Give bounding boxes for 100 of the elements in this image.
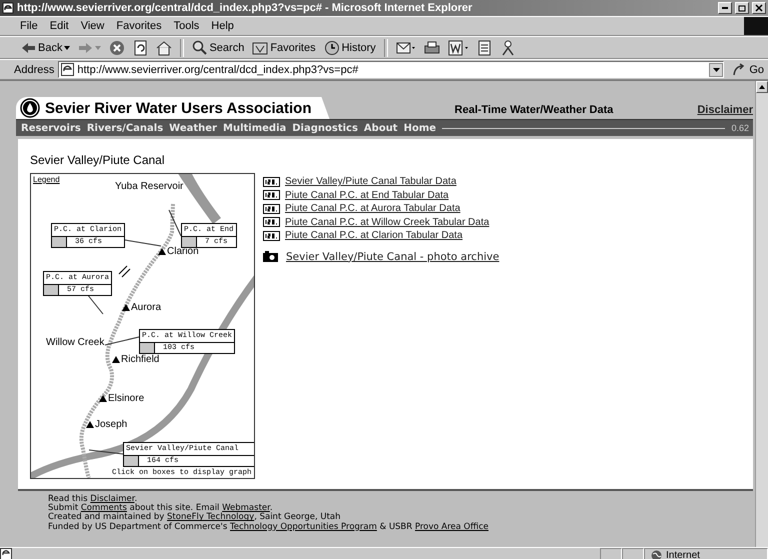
globe-icon bbox=[651, 550, 662, 559]
dropdown-arrow-icon bbox=[712, 68, 720, 72]
town-label: Joseph bbox=[95, 419, 128, 430]
leader-line bbox=[104, 336, 140, 346]
footer-text: Created and maintained by StoneFly Technology, Saint George, Utah bbox=[48, 513, 341, 522]
footer-text: Read this Disclaimer. bbox=[48, 495, 138, 504]
dropdown-button[interactable] bbox=[709, 62, 724, 76]
search-button[interactable]: Search bbox=[189, 38, 248, 58]
nav-link[interactable]: Home bbox=[404, 122, 436, 134]
leader-line bbox=[168, 210, 182, 236]
document-icon bbox=[448, 40, 469, 56]
minimize-button[interactable] bbox=[718, 2, 732, 14]
town-label: Clarion bbox=[167, 246, 199, 257]
place-label: Yuba Reservoir bbox=[115, 181, 184, 192]
home-icon bbox=[156, 40, 172, 56]
disclaimer-link[interactable]: Disclaimer bbox=[697, 104, 753, 119]
town-label: Elsinore bbox=[108, 393, 144, 404]
back-arrow-icon bbox=[21, 40, 36, 54]
favorites-button[interactable]: Favorites bbox=[249, 38, 319, 58]
data-link[interactable]: Piute Canal P.C. at Clarion Tabular Data bbox=[285, 230, 463, 242]
camera-icon bbox=[263, 251, 278, 262]
table-icon bbox=[263, 230, 280, 241]
zone-label: Internet bbox=[666, 550, 700, 559]
dropdown-arrow-icon bbox=[95, 46, 102, 50]
menu-item[interactable]: Favorites bbox=[110, 20, 168, 32]
forward-arrow-icon bbox=[78, 40, 94, 54]
footer-link[interactable]: StoneFly Technology bbox=[167, 512, 254, 522]
close-button[interactable] bbox=[752, 2, 766, 14]
leader-line bbox=[88, 450, 124, 454]
data-link[interactable]: Piute Canal P.C. at Aurora Tabular Data bbox=[285, 203, 460, 214]
table-icon bbox=[263, 217, 280, 228]
menu-item[interactable]: File bbox=[14, 20, 44, 32]
data-link[interactable]: Sevier Valley/Piute Canal Tabular Data bbox=[285, 176, 456, 188]
scroll-up-button[interactable] bbox=[756, 81, 768, 93]
town-marker-icon bbox=[86, 421, 94, 428]
nav-link[interactable]: Rivers/Canals bbox=[86, 122, 164, 134]
legend-link[interactable]: Legend bbox=[33, 175, 60, 184]
crossing-mark bbox=[118, 266, 130, 278]
site-logo: Sevier River Water Users Association bbox=[16, 97, 330, 119]
mail-icon bbox=[396, 40, 416, 56]
table-icon bbox=[263, 204, 280, 214]
town-marker-icon bbox=[112, 356, 120, 363]
browser-icon bbox=[2, 2, 14, 14]
town-label: Aurora bbox=[131, 302, 162, 313]
minimize-icon bbox=[722, 7, 728, 9]
nav-link[interactable]: About bbox=[364, 122, 398, 134]
close-icon bbox=[754, 3, 764, 13]
notepad-icon bbox=[476, 40, 492, 56]
footer-text: Submit Comments about this site. Email Webmaster. bbox=[48, 504, 273, 514]
town-label: Richfield bbox=[121, 354, 160, 365]
town-marker-icon bbox=[158, 248, 166, 255]
footer-link[interactable]: Provo Area Office bbox=[415, 522, 488, 532]
folder-icon bbox=[252, 40, 268, 56]
page-icon bbox=[61, 63, 74, 76]
site-tagline: Real-Time Water/Weather Data bbox=[454, 104, 614, 118]
refresh-icon bbox=[133, 40, 148, 56]
menu-item[interactable]: Edit bbox=[44, 20, 75, 32]
stop-icon bbox=[109, 40, 126, 56]
leader-line bbox=[124, 240, 162, 246]
table-icon bbox=[263, 190, 280, 200]
address-field[interactable]: http://www.sevierriver.org/central/dcd_index.php3?vs=pc# bbox=[58, 61, 724, 78]
menu-item[interactable]: Tools bbox=[168, 20, 206, 32]
history-button[interactable]: History bbox=[320, 38, 379, 58]
photo-archive-link[interactable]: Sevier Valley/Piute Canal - photo archive bbox=[286, 250, 500, 262]
leader-line bbox=[86, 294, 104, 314]
nav-link[interactable]: Multimedia bbox=[223, 122, 286, 134]
footer-link[interactable]: Webmaster bbox=[222, 503, 270, 514]
up-arrow-icon bbox=[759, 85, 765, 89]
search-icon bbox=[192, 40, 208, 55]
data-link[interactable]: Piute Canal P.C. at Willow Creek Tabular Data bbox=[285, 216, 490, 228]
page-title: Sevier Valley/Piute Canal bbox=[30, 153, 166, 167]
status-panel bbox=[600, 548, 622, 559]
nav-link[interactable]: Diagnostics bbox=[292, 122, 358, 134]
window-title: http://www.sevierriver.org/central/dcd_index.php3?vs=pc# - Microsoft Internet Explorer bbox=[17, 2, 474, 14]
address-label: Address bbox=[14, 64, 54, 76]
footer-link[interactable]: Technology Opportunities Program bbox=[230, 522, 377, 532]
go-button[interactable]: Go bbox=[728, 62, 768, 76]
town-marker-icon bbox=[99, 395, 107, 402]
menu-item[interactable]: Help bbox=[205, 20, 240, 32]
town-marker-icon bbox=[122, 304, 130, 311]
table-icon bbox=[263, 176, 280, 187]
water-drop-icon bbox=[20, 98, 40, 118]
nav-link[interactable]: Weather bbox=[169, 122, 217, 134]
nav-link[interactable]: Reservoirs bbox=[21, 122, 81, 134]
data-link[interactable]: Piute Canal P.C. at End Tabular Data bbox=[285, 190, 449, 201]
person-icon bbox=[500, 40, 516, 56]
menu-item[interactable]: View bbox=[74, 20, 110, 32]
footer-link[interactable]: Comments bbox=[80, 503, 127, 514]
version-label: 0.62 bbox=[731, 123, 750, 133]
history-icon bbox=[324, 40, 340, 56]
go-arrow-icon bbox=[732, 62, 746, 76]
footer-link[interactable]: Disclaimer bbox=[90, 494, 134, 504]
restore-button[interactable] bbox=[735, 2, 749, 14]
restore-icon bbox=[737, 3, 747, 13]
printer-icon bbox=[424, 40, 440, 56]
back-button[interactable]: Back bbox=[18, 38, 74, 58]
footer-text: Funded by US Department of Commerce's Technology Opportunities Program & USBR Provo Area Office bbox=[48, 522, 488, 532]
browser-logo bbox=[744, 17, 768, 35]
place-label: Willow Creek bbox=[46, 337, 104, 348]
dropdown-arrow-icon bbox=[64, 46, 70, 50]
